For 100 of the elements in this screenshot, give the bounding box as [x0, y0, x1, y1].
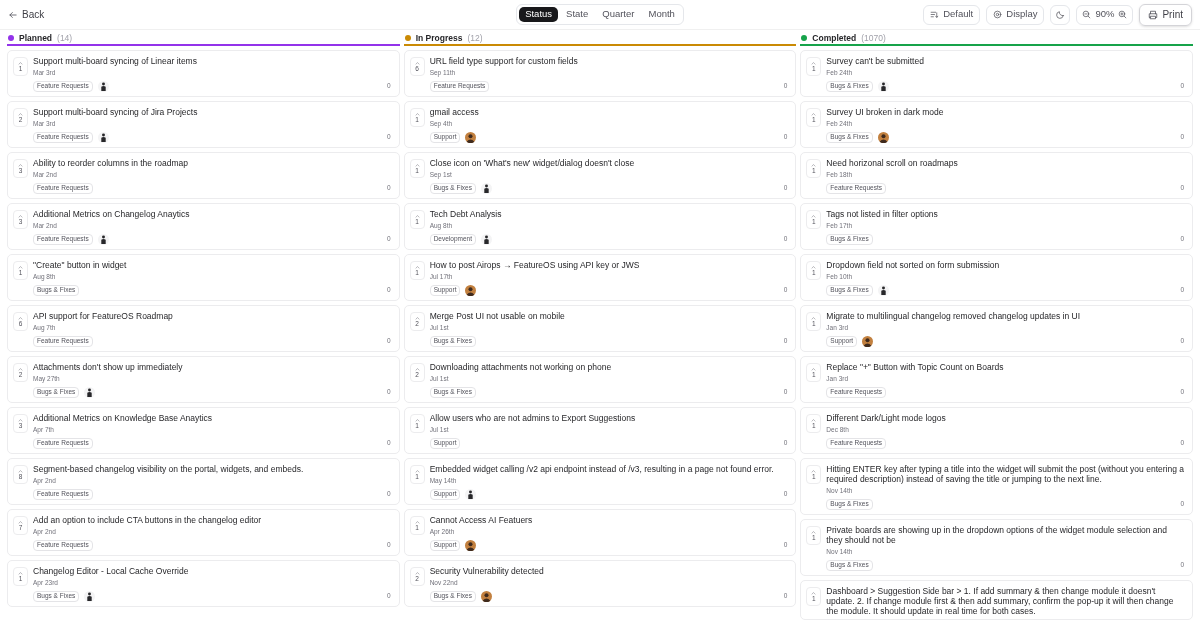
post-card[interactable]: [800, 580, 1193, 620]
caret-icon: [811, 162, 817, 168]
post-title: Add an option to include CTA buttons in the changelog editor: [33, 515, 263, 525]
display-button[interactable]: Display: [986, 4, 1045, 25]
avatar-icon: [97, 131, 109, 143]
moon-icon: [1055, 10, 1065, 19]
post-title: "Create" button in widget: [33, 260, 128, 270]
zoom-out-button[interactable]: [1082, 10, 1092, 19]
zoom-level: 90%: [1095, 7, 1115, 22]
post-title: Survey can't be submitted: [826, 56, 925, 66]
zoom-out-icon: [1082, 10, 1092, 19]
caret-icon: [18, 468, 23, 474]
column-count: (1070): [861, 31, 886, 45]
arrow-left-icon: [8, 9, 18, 20]
sort-icon: [930, 10, 940, 19]
avatar-icon: [877, 131, 889, 143]
caret-icon: [811, 417, 817, 423]
caret-icon: [18, 111, 23, 117]
print-button[interactable]: Print: [1139, 3, 1192, 26]
caret-icon: [811, 529, 817, 535]
post-title: Additional Metrics on Knowledge Base Anaytics: [33, 413, 214, 423]
post-title: Downloading attachments not working on phone: [429, 362, 613, 372]
caret-icon: [18, 315, 23, 321]
caret-icon: [18, 60, 23, 66]
post-title: How to post Airops → FeatureOS using API key or JWS: [429, 260, 641, 270]
view-tab[interactable]: Status: [519, 7, 559, 22]
avatar-icon: [97, 233, 109, 245]
post-title: Dropdown field not sorted on form submission: [826, 260, 1001, 270]
post-title: Different Dark/Light mode logos: [826, 413, 947, 423]
avatar-icon: [465, 284, 477, 296]
avatar-icon: [465, 131, 477, 143]
post-title: Segment-based changelog visibility on the portal, widgets, and embeds.: [33, 464, 305, 474]
post-title: Need horizonal scroll on roadmaps: [826, 158, 959, 168]
avatar-icon: [97, 80, 109, 92]
caret-icon: [811, 60, 817, 66]
caret-icon: [414, 417, 420, 423]
column-count: (14): [57, 31, 73, 45]
zoom-in-button[interactable]: [1118, 10, 1128, 19]
dark-mode-button[interactable]: [1050, 4, 1071, 25]
post-title: Hitting ENTER key after typing a title into the widget will submit the post (without you entering a required description) instead of saving the title or jumping to the next line.: [826, 464, 1184, 484]
post-title: Survey UI broken in dark mode: [826, 107, 945, 117]
caret-icon: [414, 519, 420, 525]
post-title: Embedded widget calling /v2 api endpoint instead of /v3, resulting in a page not found error.: [429, 464, 775, 474]
avatar-icon: [877, 284, 889, 296]
post-title: gmail access: [429, 107, 480, 117]
caret-icon: [18, 519, 23, 525]
avatar-icon: [877, 80, 889, 92]
post-title: Migrate to multilingual changelog removed changelog updates in UI: [826, 311, 1082, 321]
caret-icon: [414, 468, 420, 474]
caret-icon: [811, 213, 817, 219]
caret-icon: [811, 264, 817, 270]
view-tab[interactable]: Quarter: [596, 7, 641, 22]
caret-icon: [18, 366, 23, 372]
caret-icon: [414, 366, 420, 372]
avatar-icon: [465, 488, 477, 500]
post-title: Security Vulnerability detected: [429, 566, 545, 576]
back-link[interactable]: Back: [8, 7, 45, 22]
caret-icon: [811, 468, 817, 474]
caret-icon: [18, 162, 23, 168]
column-count: (12): [467, 31, 483, 45]
zoom-in-icon: [1118, 10, 1128, 19]
caret-icon: [414, 162, 420, 168]
avatar-icon: [480, 590, 492, 602]
post-title: Cannot Access AI Featuers: [429, 515, 534, 525]
view-tab[interactable]: Month: [642, 7, 681, 22]
post-title: Support multi-board syncing of Linear items: [33, 56, 198, 66]
view-tab[interactable]: State: [560, 7, 595, 22]
printer-icon: [1148, 9, 1159, 20]
avatar-icon: [480, 182, 492, 194]
sort-button[interactable]: Default: [923, 4, 981, 25]
post-title: Support multi-board syncing of Jira Projects: [33, 107, 199, 117]
post-title: Private boards are showing up in the dropdown options of the widget module selection and they should not be: [826, 525, 1169, 545]
post-title: Merge Post UI not usable on mobile: [429, 311, 566, 321]
post-title: Dashboard > Suggestion Side bar > 1. If add summary & then change module it doesn't update. 2. If change module first & then add summary, confirm the pop-up it will then change the module. It should update in real time for both cases.: [826, 586, 1175, 616]
post-title: Ability to reorder columns in the roadmap: [33, 158, 189, 168]
post-title: URL field type support for custom fields: [429, 56, 579, 66]
post-card[interactable]: [800, 458, 1193, 515]
post-title: Close icon on 'What's new' widget/dialog doesn't close: [429, 158, 636, 168]
caret-icon: [811, 590, 817, 596]
caret-icon: [811, 315, 817, 321]
column-title: Completed: [812, 31, 857, 45]
column-title: Planned: [19, 31, 53, 45]
avatar-icon: [862, 335, 874, 347]
caret-icon: [414, 213, 420, 219]
caret-icon: [811, 111, 817, 117]
settings-icon: [993, 10, 1003, 19]
caret-icon: [18, 417, 23, 423]
post-title: Tech Debt Analysis: [429, 209, 503, 219]
post-title: Tags not listed in filter options: [826, 209, 939, 219]
column-title: In Progress: [415, 31, 463, 45]
avatar-icon: [465, 539, 477, 551]
avatar-icon: [481, 233, 492, 245]
caret-icon: [414, 570, 420, 576]
avatar-icon: [84, 386, 96, 398]
caret-icon: [414, 60, 420, 66]
caret-icon: [18, 570, 23, 576]
post-title: Attachments don't show up immediately: [33, 362, 184, 372]
post-title: Changelog Editor - Local Cache Override: [33, 566, 190, 576]
caret-icon: [414, 264, 420, 270]
post-title: API support for FeatureOS Roadmap: [33, 311, 174, 321]
